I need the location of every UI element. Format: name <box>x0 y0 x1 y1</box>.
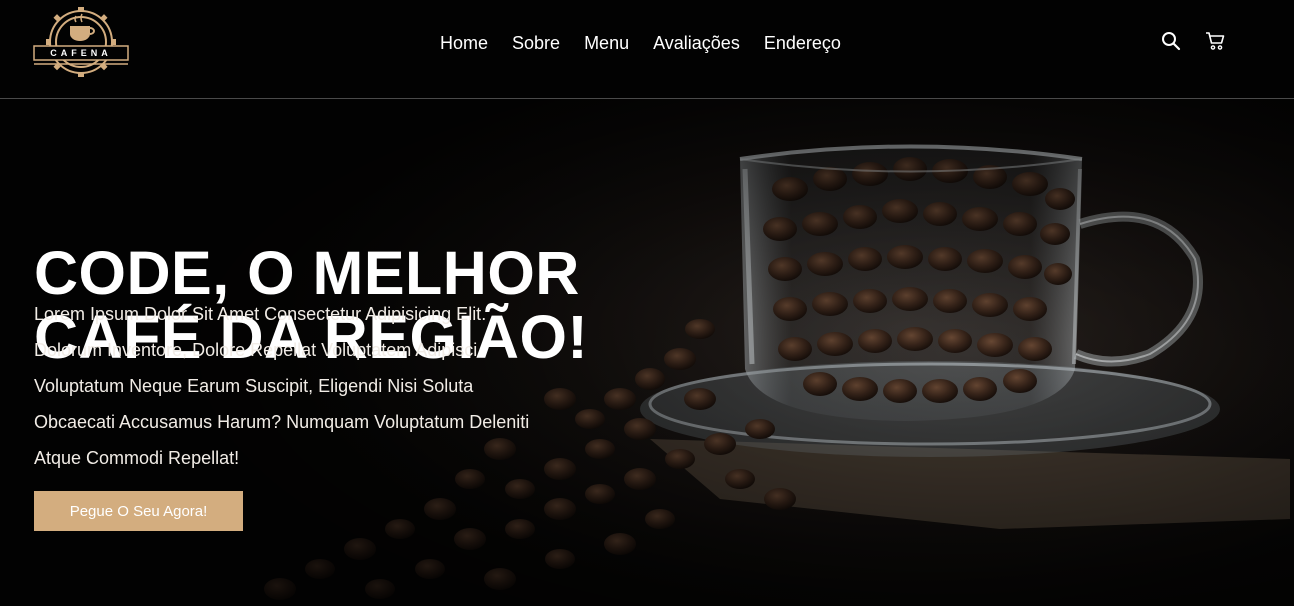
cart-icon[interactable] <box>1204 30 1226 52</box>
main-nav: Home Sobre Menu Avaliações Endereço <box>440 31 865 55</box>
nav-sobre[interactable]: Sobre <box>512 31 560 55</box>
logo-wordmark: CAFENA <box>50 48 112 58</box>
nav-avaliacoes[interactable]: Avaliações <box>653 31 740 55</box>
hero-description: Lorem Ipsum Dolor Sit Amet Consectetur A… <box>34 304 530 468</box>
nav-home[interactable]: Home <box>440 31 488 55</box>
logo-icon <box>33 7 129 77</box>
header-actions <box>1160 30 1226 52</box>
nav-menu[interactable]: Menu <box>584 31 629 55</box>
site-header: CAFENA Home Sobre Menu Avaliações Endere… <box>0 0 1294 99</box>
cafena-logo[interactable]: CAFENA <box>32 4 130 82</box>
nav-endereco[interactable]: Endereço <box>764 31 841 55</box>
get-yours-button[interactable]: Pegue O Seu Agora! <box>34 491 243 531</box>
search-icon[interactable] <box>1160 30 1182 52</box>
